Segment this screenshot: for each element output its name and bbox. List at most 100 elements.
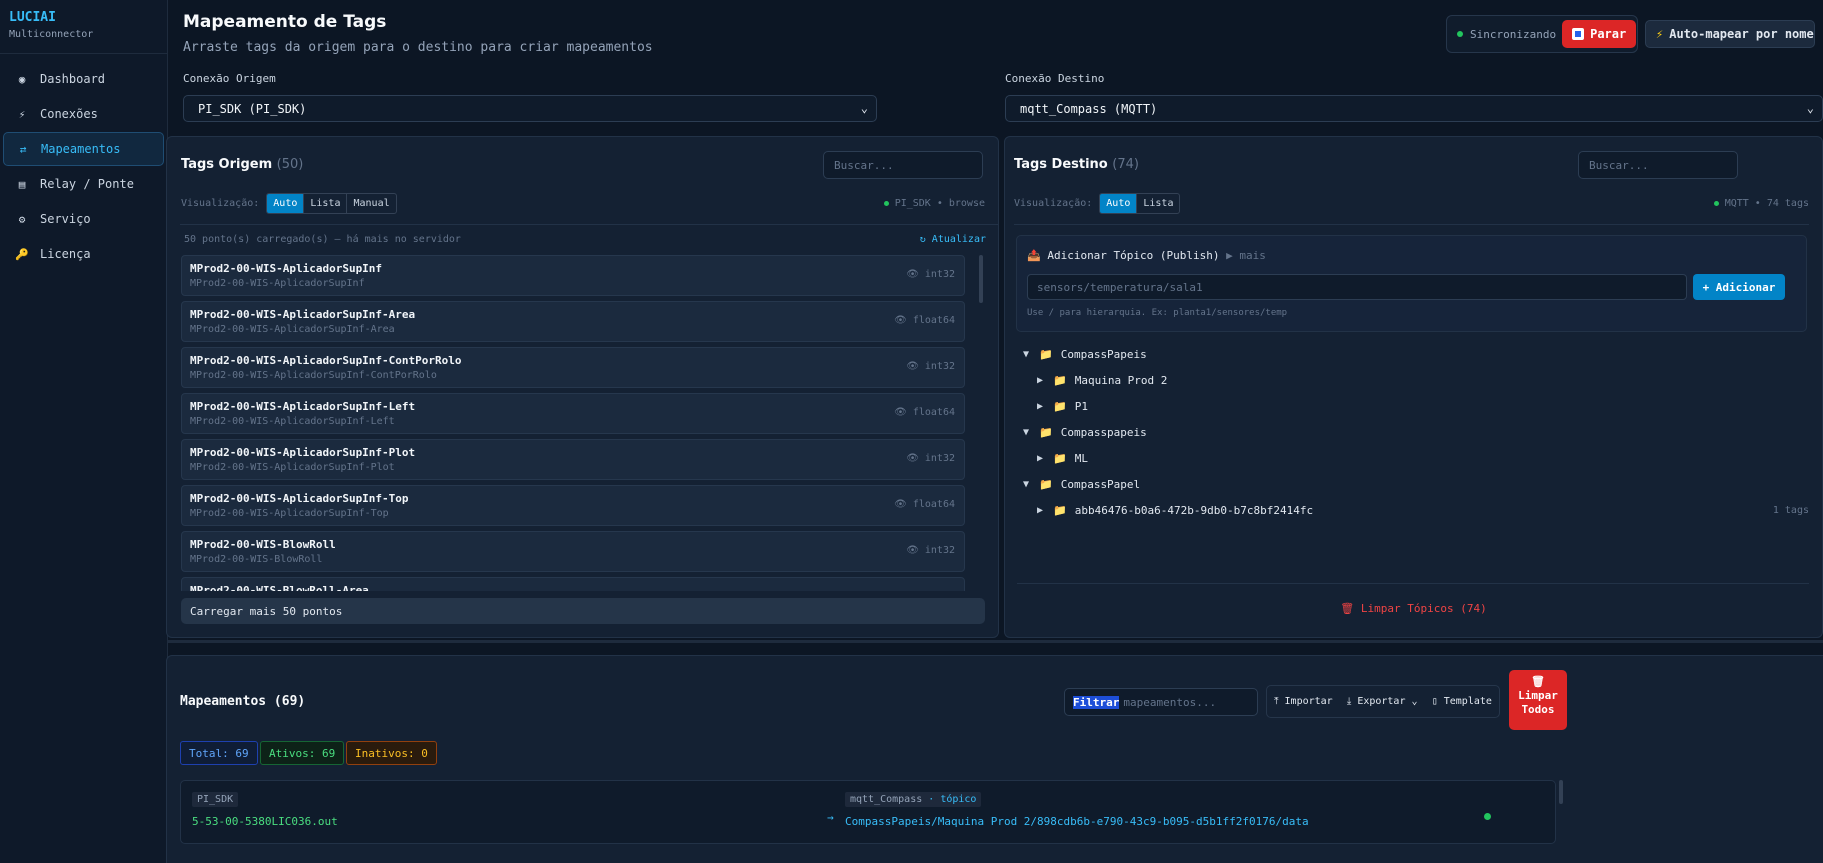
tag-path: MProd2-00-WIS-AplicadorSupInf-Plot [190,462,395,473]
tag-name: MProd2-00-WIS-BlowRoll-Area [190,584,369,591]
template-button[interactable]: ▯ Template [1432,696,1492,707]
sidebar-item-label: Mapeamentos [41,142,121,156]
tag-path: MProd2-00-WIS-AplicadorSupInf-Top [190,508,389,519]
tree-node-label: abb46476-b0a6-472b-9db0-b7c8bf2414fc [1074,503,1314,517]
publish-topic-box: 📤 Adicionar Tópico (Publish) ▶ mais sens… [1016,235,1807,332]
folder-icon: 📁 [1039,477,1053,491]
source-view-toggle: Auto Lista Manual [266,193,397,214]
sidebar-item-conex-es[interactable]: ⚡ Conexões [3,97,164,131]
import-button[interactable]: ⤒ Importar [1274,696,1333,707]
target-connection-chip: mqtt_Compass · tópico [845,792,982,807]
view-mode-manual[interactable]: Manual [347,194,395,213]
target-connection-select[interactable]: mqtt_Compass (MQTT) ⌄ [1005,95,1823,122]
export-button[interactable]: ⤓ Exportar ⌄ [1347,696,1418,707]
target-tag-value: CompassPapeis/Maquina Prod 2/898cdb6b-e7… [845,815,1309,828]
clear-topics-button[interactable]: 🗑 Limpar Tópicos (74) [1005,602,1822,615]
tag-name: MProd2-00-WIS-AplicadorSupInf-Top [190,492,409,505]
eye-icon[interactable]: 👁 [906,545,919,556]
tree-node[interactable]: ▶ 📁 P1 [1019,393,1809,419]
sidebar-item-mapeamentos[interactable]: ⇄ Mapeamentos [3,132,164,166]
import-label: Importar [1284,696,1333,707]
bridge-icon: ▤ [18,177,26,191]
mappings-filter-input[interactable]: Filtrar mapeamentos... [1064,688,1258,716]
target-conn-name: mqtt_Compass [850,794,923,805]
publish-hint: Use / para hierarquia. Ex: planta1/senso… [1027,308,1288,318]
tag-list-item[interactable]: MProd2-00-WIS-AplicadorSupInf-Area MProd… [181,301,965,342]
tag-list-item[interactable]: MProd2-00-WIS-AplicadorSupInf MProd2-00-… [181,255,965,296]
tag-list-scrollbar[interactable] [979,255,985,589]
stop-icon [1572,28,1585,40]
tag-list-item[interactable]: MProd2-00-WIS-AplicadorSupInf-Left MProd… [181,393,965,434]
chevron-down-icon: ⌄ [860,101,868,115]
add-topic-button[interactable]: + Adicionar [1693,274,1785,300]
tree-node[interactable]: ▼ 📁 CompassPapeis [1019,341,1809,367]
tag-list-item[interactable]: MProd2-00-WIS-BlowRoll-Area [181,577,965,591]
publish-title: 📤 Adicionar Tópico (Publish) ▶ mais [1027,249,1266,262]
eye-icon[interactable]: 👁 [906,269,919,280]
view-mode-auto[interactable]: Auto [267,194,305,213]
scrollbar-thumb[interactable] [979,255,983,303]
inactive-badge: Inativos: 0 [346,741,437,765]
download-icon: ⤓ [1346,696,1358,707]
tag-list-item[interactable]: MProd2-00-WIS-AplicadorSupInf-Plot MProd… [181,439,965,480]
tree-node[interactable]: ▼ 📁 Compasspapeis [1019,419,1809,445]
source-view-row: Visualização: Auto Lista Manual [181,193,397,214]
caret-right-icon[interactable]: ▶ [1037,453,1053,464]
sidebar-item-dashboard[interactable]: ◉ Dashboard [3,62,164,96]
eye-icon[interactable]: 👁 [894,407,907,418]
caret-down-icon[interactable]: ▼ [1023,479,1039,490]
tag-list-item[interactable]: MProd2-00-WIS-AplicadorSupInf-Top MProd2… [181,485,965,526]
sidebar-item-relay-ponte[interactable]: ▤ Relay / Ponte [3,167,164,201]
view-mode-auto[interactable]: Auto [1100,194,1138,213]
tree-node[interactable]: ▶ 📁 Maquina Prod 2 [1019,367,1809,393]
publish-more-toggle[interactable]: ▶ mais [1226,249,1266,262]
tree-node[interactable]: ▼ 📁 CompassPapel [1019,471,1809,497]
clear-all-button[interactable]: 🗑 Limpar Todos [1509,670,1567,730]
caret-down-icon[interactable]: ▼ [1023,349,1039,360]
caret-right-icon[interactable]: ▶ [1037,375,1053,386]
mappings-section: Mapeamentos (69) Filtrar mapeamentos... … [166,655,1823,863]
tag-path: MProd2-00-WIS-AplicadorSupInf-Left [190,416,395,427]
refresh-link[interactable]: ↻ Atualizar [920,234,986,245]
tree-node[interactable]: ▶ 📁 abb46476-b0a6-472b-9db0-b7c8bf2414fc… [1019,497,1809,523]
mapping-row[interactable]: PI_SDK 5-53-00-5380LIC036.out → mqtt_Com… [180,780,1556,844]
auto-map-button[interactable]: ⚡ Auto-mapear por nome [1645,20,1815,48]
caret-right-icon[interactable]: ▶ [1037,401,1053,412]
tag-list-item[interactable]: MProd2-00-WIS-BlowRoll MProd2-00-WIS-Blo… [181,531,965,572]
target-tags-panel: Tags Destino (74) Buscar... Visualização… [1004,136,1823,638]
tag-list-item[interactable]: MProd2-00-WIS-AplicadorSupInf-ContPorRol… [181,347,965,388]
source-connection-select[interactable]: PI_SDK (PI_SDK) ⌄ [183,95,877,122]
publish-topic-input[interactable]: sensors/temperatura/sala1 [1027,274,1687,300]
source-search-input[interactable]: Buscar... [823,151,983,179]
view-mode-lista[interactable]: Lista [1137,194,1179,213]
status-dot-icon [1713,201,1719,206]
sync-dot-icon [1457,31,1463,37]
tag-name: MProd2-00-WIS-AplicadorSupInf-Plot [190,446,416,459]
stop-button[interactable]: Parar [1562,20,1637,48]
mappings-scrollbar[interactable] [1559,780,1563,804]
tag-name: MProd2-00-WIS-AplicadorSupInf-Area [190,308,416,321]
target-search-input[interactable]: Buscar... [1578,151,1738,179]
clear-topics-label: Limpar Tópicos (74) [1360,602,1487,615]
sidebar-item-label: Relay / Ponte [40,177,134,191]
dashboard-icon: ◉ [18,72,26,86]
tree-node[interactable]: ▶ 📁 ML [1019,445,1809,471]
tree-node-label: Maquina Prod 2 [1074,373,1168,387]
target-panel-title: Tags Destino (74) [1014,157,1139,172]
sidebar-item-licen-a[interactable]: 🔑 Licença [3,237,164,271]
folder-icon: 📁 [1053,503,1067,517]
eye-icon[interactable]: 👁 [906,361,919,372]
status-dot-icon [883,201,889,206]
tag-type: 👁 int32 [906,361,955,372]
view-mode-lista[interactable]: Lista [304,194,348,213]
caret-down-icon[interactable]: ▼ [1023,427,1039,438]
sidebar-item-servi-o[interactable]: ⚙ Serviço [3,202,164,236]
eye-icon[interactable]: 👁 [894,315,907,326]
load-more-button[interactable]: Carregar mais 50 pontos [181,598,985,624]
source-connection-chip: PI_SDK [192,792,239,807]
sidebar: LUCIAI Multiconnector ◉ Dashboard ⚡ Conexõe… [0,0,168,863]
caret-right-icon[interactable]: ▶ [1037,505,1053,516]
tag-type-label: int32 [924,545,955,556]
eye-icon[interactable]: 👁 [906,453,919,464]
eye-icon[interactable]: 👁 [894,499,907,510]
